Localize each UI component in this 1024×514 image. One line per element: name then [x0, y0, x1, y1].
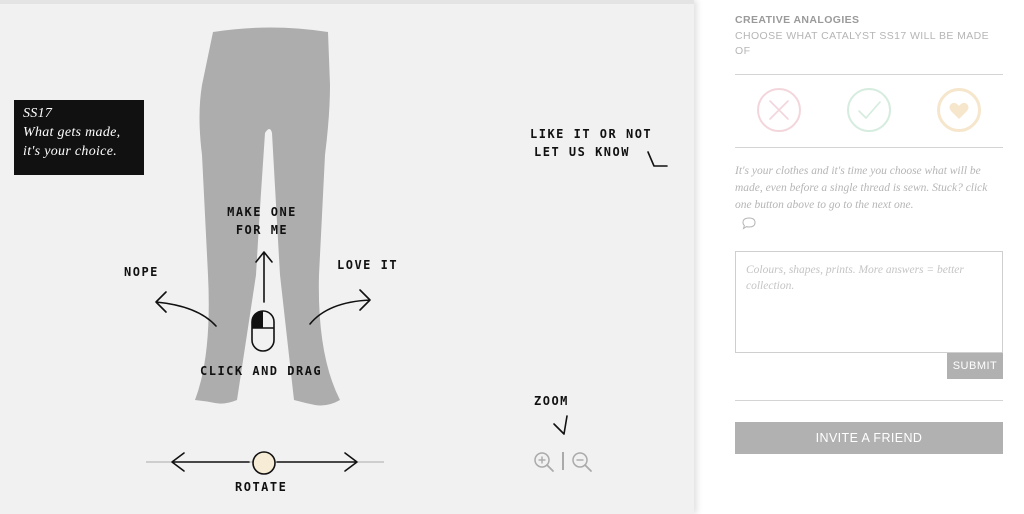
card-line-1: SS17: [23, 106, 53, 121]
arrow-left-icon: [155, 291, 217, 327]
make-one-hint: MAKE ONE FOR ME: [212, 203, 312, 239]
ss17-card: SS17 What gets made, it's your choice.: [14, 100, 144, 175]
mouse-icon: [251, 310, 275, 352]
nope-hint: NOPE: [124, 265, 159, 279]
feedback-hint-line-2: LET US KNOW: [534, 145, 630, 159]
zoom-out-icon[interactable]: [571, 451, 593, 473]
divider: [735, 74, 1003, 75]
rotate-handle[interactable]: [251, 450, 277, 476]
rotate-hint: ROTATE: [235, 480, 288, 494]
arrow-right-icon: [309, 289, 371, 325]
check-icon: [858, 101, 881, 119]
product-viewer[interactable]: SS17 What gets made, it's your choice. L…: [0, 0, 694, 514]
zoom-hint: ZOOM: [534, 394, 569, 408]
comment-bubble-icon: [742, 217, 756, 230]
invite-friend-button[interactable]: INVITE A FRIEND: [735, 422, 1003, 454]
feedback-hint: LIKE IT OR NOT LET US KNOW: [530, 125, 653, 161]
make-one-line-2: FOR ME: [235, 223, 289, 237]
arrow-up-icon: [255, 251, 273, 303]
viewer-top-edge: [0, 0, 694, 4]
submit-button[interactable]: SUBMIT: [947, 353, 1003, 379]
make-one-line-1: MAKE ONE: [227, 205, 297, 219]
make-one-button[interactable]: [847, 88, 891, 132]
nope-button[interactable]: [757, 88, 801, 132]
divider: [735, 400, 1003, 401]
love-it-hint: LOVE IT: [337, 258, 399, 272]
x-icon: [769, 100, 789, 120]
click-drag-hint: CLICK AND DRAG: [200, 364, 323, 378]
panel-description: It's your clothes and it's time you choo…: [735, 165, 988, 211]
panel-title: CREATIVE ANALOGIES: [735, 14, 860, 26]
zoom-in-icon[interactable]: [533, 451, 555, 473]
zoom-divider: [562, 452, 564, 470]
feedback-panel: CREATIVE ANALOGIES CHOOSE WHAT CATALYST …: [735, 0, 1003, 514]
love-it-button[interactable]: [937, 88, 981, 132]
feedback-hint-line-1: LIKE IT OR NOT: [530, 127, 653, 141]
card-line-3: it's your choice.: [23, 144, 118, 159]
heart-icon: [949, 102, 969, 119]
feedback-arrow-icon: [647, 151, 668, 167]
panel-subtitle: CHOOSE WHAT CATALYST SS17 WILL BE MADE O…: [735, 30, 990, 57]
answer-input[interactable]: [735, 251, 1003, 353]
card-line-2: What gets made,: [23, 125, 121, 140]
divider: [735, 147, 1003, 148]
zoom-arrow-icon: [553, 415, 568, 435]
